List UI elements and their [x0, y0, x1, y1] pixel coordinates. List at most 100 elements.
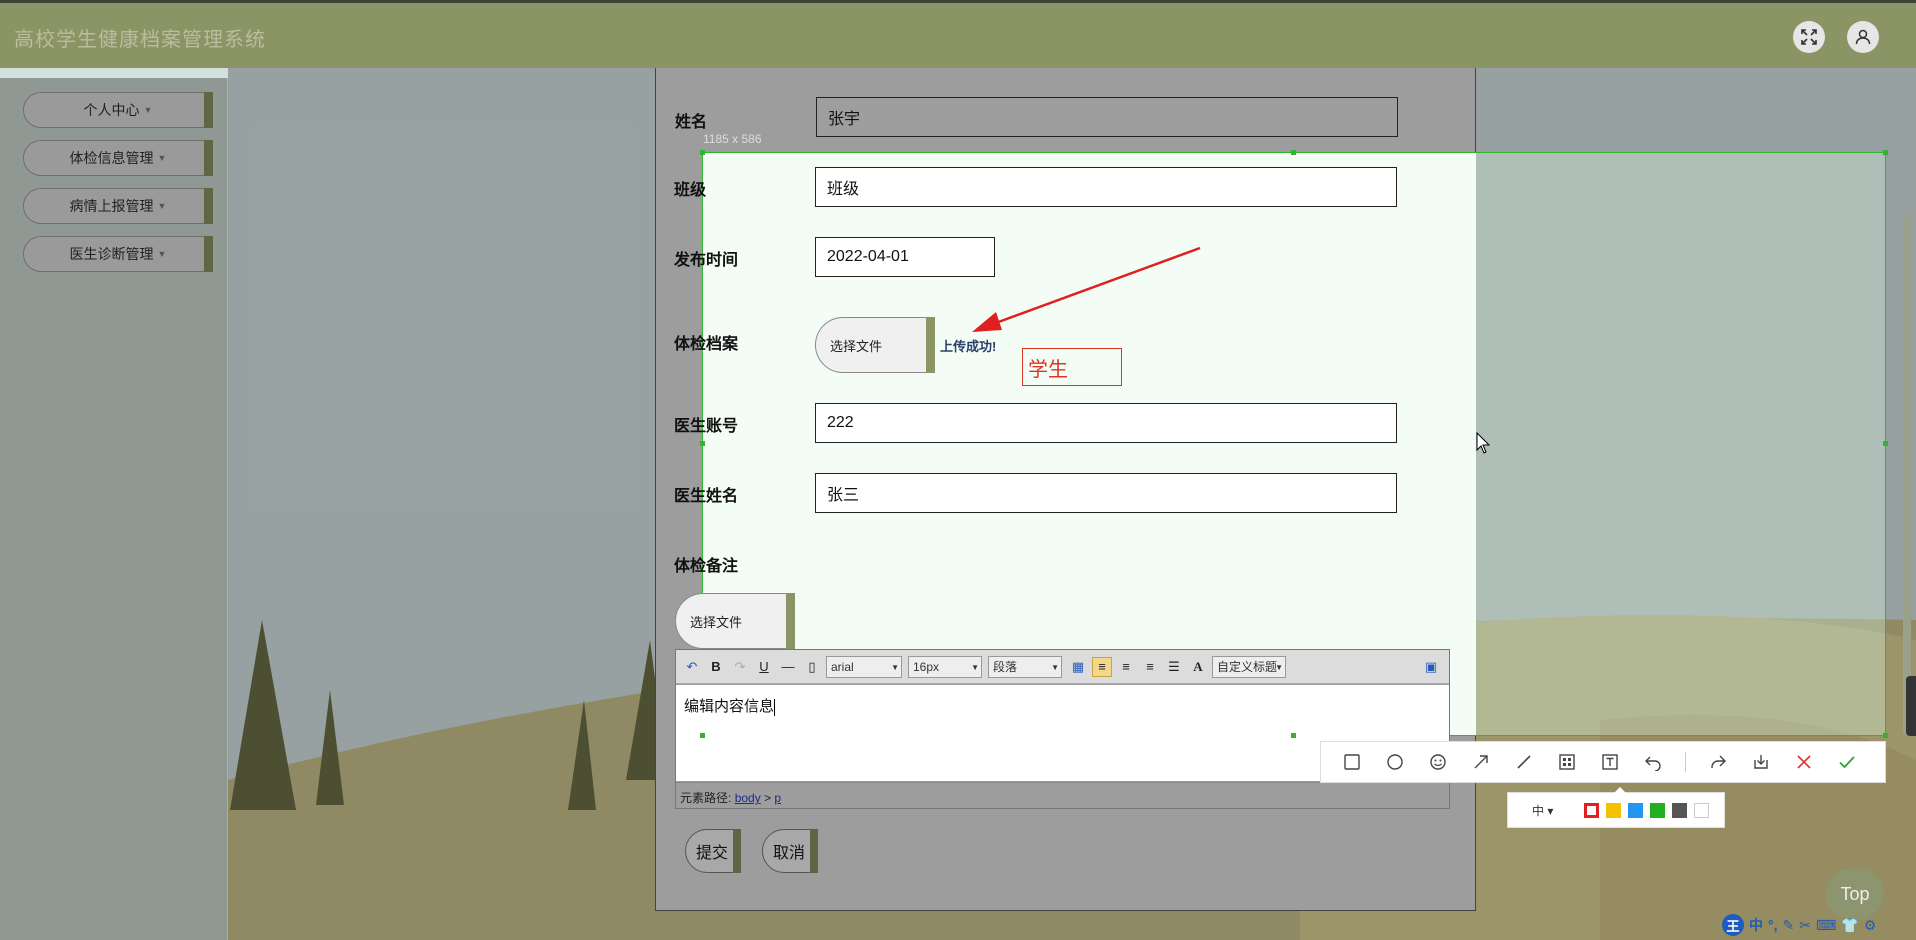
align-right-icon[interactable]: ≡ — [1116, 657, 1136, 677]
editor-toolbar: ↶ B ↷ U — ▯ arial ▼ 16px ▼ 段落 ▼ ▦ ≡ ≡ ≡ ☰ A… — [676, 650, 1449, 684]
sidebar-item-label: 个人中心 — [83, 102, 140, 118]
screenshot-toolbar — [1320, 741, 1886, 783]
punctuation-icon[interactable]: °, — [1768, 917, 1778, 933]
color-swatch-blue[interactable] — [1628, 802, 1643, 818]
selection-size-label: 1185 x 586 — [703, 132, 762, 146]
fullscreen-button[interactable] — [1793, 21, 1825, 53]
caret-down-icon: ▼ — [143, 105, 153, 115]
app-title: 高校学生健康档案管理系统 — [14, 29, 266, 51]
skin-icon[interactable]: 👕 — [1841, 917, 1858, 934]
class-field[interactable]: 班级 — [815, 167, 1397, 207]
preview-icon[interactable]: ▣ — [1421, 657, 1441, 677]
form-body: 班级 班级 发布时间 2022-04-01 体检档案 选择文件 上传成功! 医生… — [655, 68, 1476, 911]
settings-gear-icon[interactable]: ⚙ — [1864, 917, 1877, 934]
archive-file-button[interactable]: 选择文件 — [815, 317, 935, 373]
doctor-name-field[interactable]: 张三 — [815, 473, 1397, 513]
remark-file-button[interactable]: 选择文件 — [675, 593, 795, 649]
rectangle-icon[interactable] — [1341, 751, 1363, 773]
download-icon[interactable] — [1750, 751, 1772, 773]
top-header: 高校学生健康档案管理系统 — [0, 0, 1916, 68]
custom-title-select[interactable]: 自定义标题 ▼ — [1212, 655, 1286, 678]
color-swatch-white[interactable] — [1694, 802, 1709, 818]
color-swatch-gray[interactable] — [1672, 802, 1687, 818]
font-size-select[interactable]: 16px ▼ — [908, 655, 982, 678]
doctor-account-label: 医生账号 — [674, 418, 739, 435]
bold-icon[interactable]: B — [706, 657, 726, 677]
editor-text: 编辑内容信息 — [684, 698, 775, 715]
remark-label: 体检备注 — [674, 558, 739, 575]
color-swatch-red[interactable] — [1584, 802, 1599, 818]
annotation-text-box[interactable]: 学生 — [1022, 348, 1122, 386]
side-handle[interactable] — [1906, 676, 1916, 736]
element-path: 元素路径: body > p — [676, 782, 1449, 808]
text-tool-icon[interactable] — [1599, 751, 1621, 773]
underline-icon[interactable]: U — [754, 657, 774, 677]
element-path-label: 元素路径: — [680, 791, 732, 805]
table-icon[interactable]: ▦ — [1068, 657, 1088, 677]
doctor-name-label: 医生姓名 — [674, 488, 739, 505]
redo-icon[interactable]: ↷ — [730, 657, 750, 677]
sidebar-item-label: 体检信息管理 — [69, 150, 154, 166]
handwrite-icon[interactable]: ✎ — [1783, 917, 1795, 934]
path-p-link[interactable]: p — [774, 791, 781, 805]
color-swatch-green[interactable] — [1650, 802, 1665, 818]
class-label: 班级 — [674, 182, 707, 199]
confirm-check-icon[interactable] — [1836, 751, 1858, 773]
sidebar-item-exam-info[interactable]: 体检信息管理 ▼ — [23, 140, 213, 176]
submit-button[interactable]: 提交 — [685, 829, 741, 873]
share-icon[interactable] — [1707, 751, 1729, 773]
keyboard-icon[interactable]: ⌨ — [1816, 917, 1836, 934]
sidebar-item-doctor-diagnosis[interactable]: 医生诊断管理 ▼ — [23, 236, 213, 272]
page-scrollbar[interactable] — [1903, 215, 1911, 735]
ime-language-toggle[interactable]: 中 — [1749, 915, 1763, 935]
pen-icon[interactable] — [1513, 751, 1535, 773]
dropdown-arrow-icon: ▼ — [891, 662, 899, 672]
sidebar-item-illness-report[interactable]: 病情上报管理 ▼ — [23, 188, 213, 224]
path-body-link[interactable]: body — [735, 791, 761, 805]
paragraph-select[interactable]: 段落 ▼ — [988, 655, 1062, 678]
mouse-cursor-icon — [1476, 432, 1490, 454]
doctor-account-field[interactable]: 222 — [815, 403, 1397, 443]
caret-down-icon: ▼ — [157, 201, 167, 211]
arrow-icon[interactable] — [1470, 751, 1492, 773]
rich-text-editor: ↶ B ↷ U — ▯ arial ▼ 16px ▼ 段落 ▼ ▦ ≡ ≡ ≡ ☰ A… — [675, 649, 1450, 809]
horizontal-rule-icon[interactable]: — — [778, 657, 798, 677]
resize-handle[interactable] — [1291, 733, 1296, 738]
resize-handle[interactable] — [1291, 150, 1296, 155]
undo-icon[interactable] — [1642, 751, 1664, 773]
align-center-icon[interactable]: ≡ — [1140, 657, 1160, 677]
annotation-arrow[interactable] — [960, 240, 1210, 340]
align-left-icon[interactable]: ≡ — [1092, 656, 1112, 677]
user-button[interactable] — [1847, 21, 1879, 53]
resize-handle[interactable] — [700, 150, 705, 155]
archive-label: 体检档案 — [674, 336, 739, 353]
ime-logo-icon[interactable]: 王 — [1722, 914, 1744, 936]
custom-title-value: 自定义标题 — [1217, 660, 1278, 674]
ellipse-icon[interactable] — [1384, 751, 1406, 773]
font-color-icon[interactable]: A — [1188, 657, 1208, 677]
stroke-size-picker[interactable]: 中 ▾ — [1532, 802, 1584, 819]
resize-handle[interactable] — [1883, 441, 1888, 446]
stroke-size-value: 中 — [1532, 803, 1545, 818]
cancel-button[interactable]: 取消 — [762, 829, 818, 873]
mosaic-icon[interactable] — [1556, 751, 1578, 773]
close-icon[interactable] — [1793, 751, 1815, 773]
align-justify-icon[interactable]: ☰ — [1164, 657, 1184, 677]
resize-handle[interactable] — [700, 441, 705, 446]
font-family-select[interactable]: arial ▼ — [826, 655, 902, 678]
text-caret — [774, 698, 776, 716]
color-swatch-yellow[interactable] — [1606, 802, 1621, 818]
user-icon — [1855, 29, 1871, 45]
fullscreen-icon — [1801, 29, 1817, 45]
font-size-value: 16px — [913, 659, 940, 674]
dropdown-arrow-icon: ▼ — [971, 662, 979, 672]
resize-handle[interactable] — [1883, 733, 1888, 738]
scissors-icon[interactable]: ✂ — [1799, 917, 1811, 934]
paste-icon[interactable]: ▯ — [802, 657, 822, 677]
emoji-icon[interactable] — [1427, 751, 1449, 773]
sidebar: 个人中心 ▼ 体检信息管理 ▼ 病情上报管理 ▼ 医生诊断管理 ▼ — [0, 78, 228, 940]
undo-icon[interactable]: ↶ — [682, 657, 702, 677]
resize-handle[interactable] — [700, 733, 705, 738]
sidebar-item-personal-center[interactable]: 个人中心 ▼ — [23, 92, 213, 128]
resize-handle[interactable] — [1883, 150, 1888, 155]
